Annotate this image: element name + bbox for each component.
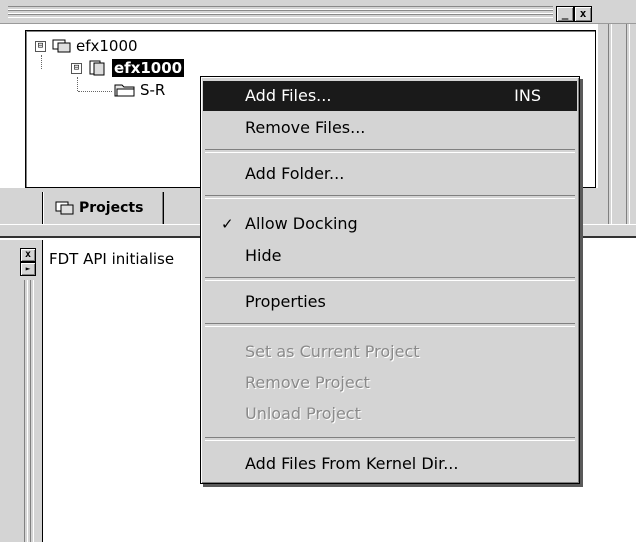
menu-separator	[205, 437, 575, 441]
right-panel-edge	[598, 24, 636, 224]
project-icon	[88, 60, 108, 76]
close-button[interactable]: x	[574, 6, 592, 22]
output-side-bar: x ►	[0, 240, 42, 542]
tree-expander[interactable]: ⊟	[35, 41, 46, 52]
menu-separator	[205, 323, 575, 327]
menu-item-allow-docking[interactable]: ✓ Allow Docking	[203, 209, 577, 239]
tree-root-label[interactable]: efx1000	[76, 37, 138, 55]
menu-item-remove-files[interactable]: Remove Files...	[203, 113, 577, 143]
menu-item-properties[interactable]: Properties	[203, 287, 577, 317]
context-menu[interactable]: Add Files... INS Remove Files... Add Fol…	[200, 76, 580, 484]
arrow-right-icon[interactable]: ►	[20, 262, 36, 276]
minimize-button[interactable]: _	[556, 6, 574, 22]
tree-folder-label[interactable]: S-R	[140, 81, 165, 99]
menu-item-add-folder[interactable]: Add Folder...	[203, 159, 577, 189]
menu-separator	[205, 195, 575, 199]
menu-item-add-files[interactable]: Add Files... INS	[203, 81, 577, 111]
checkmark-icon: ✓	[221, 215, 234, 233]
menu-separator	[205, 277, 575, 281]
menu-item-set-current-project[interactable]: Set as Current Project	[203, 337, 577, 367]
close-icon[interactable]: x	[20, 248, 36, 262]
menu-item-remove-project[interactable]: Remove Project	[203, 368, 577, 398]
tree-expander[interactable]: ⊟	[71, 63, 82, 74]
menu-item-unload-project[interactable]: Unload Project	[203, 399, 577, 429]
grip-line	[8, 14, 553, 18]
menu-item-add-files-kernel-dir[interactable]: Add Files From Kernel Dir...	[203, 449, 577, 479]
tab-label: Projects	[79, 200, 144, 216]
menu-separator	[205, 149, 575, 153]
tab-projects[interactable]: Projects	[42, 192, 164, 228]
menu-item-hide[interactable]: Hide	[203, 241, 577, 271]
workspace-icon	[52, 38, 72, 54]
tree-project-label[interactable]: efx1000	[112, 59, 185, 77]
folder-icon	[114, 82, 135, 98]
pane-title-bar[interactable]: _ x	[0, 0, 636, 24]
shortcut-label: INS	[514, 86, 541, 105]
output-text: FDT API initialise	[49, 250, 175, 268]
projects-icon	[55, 200, 75, 220]
